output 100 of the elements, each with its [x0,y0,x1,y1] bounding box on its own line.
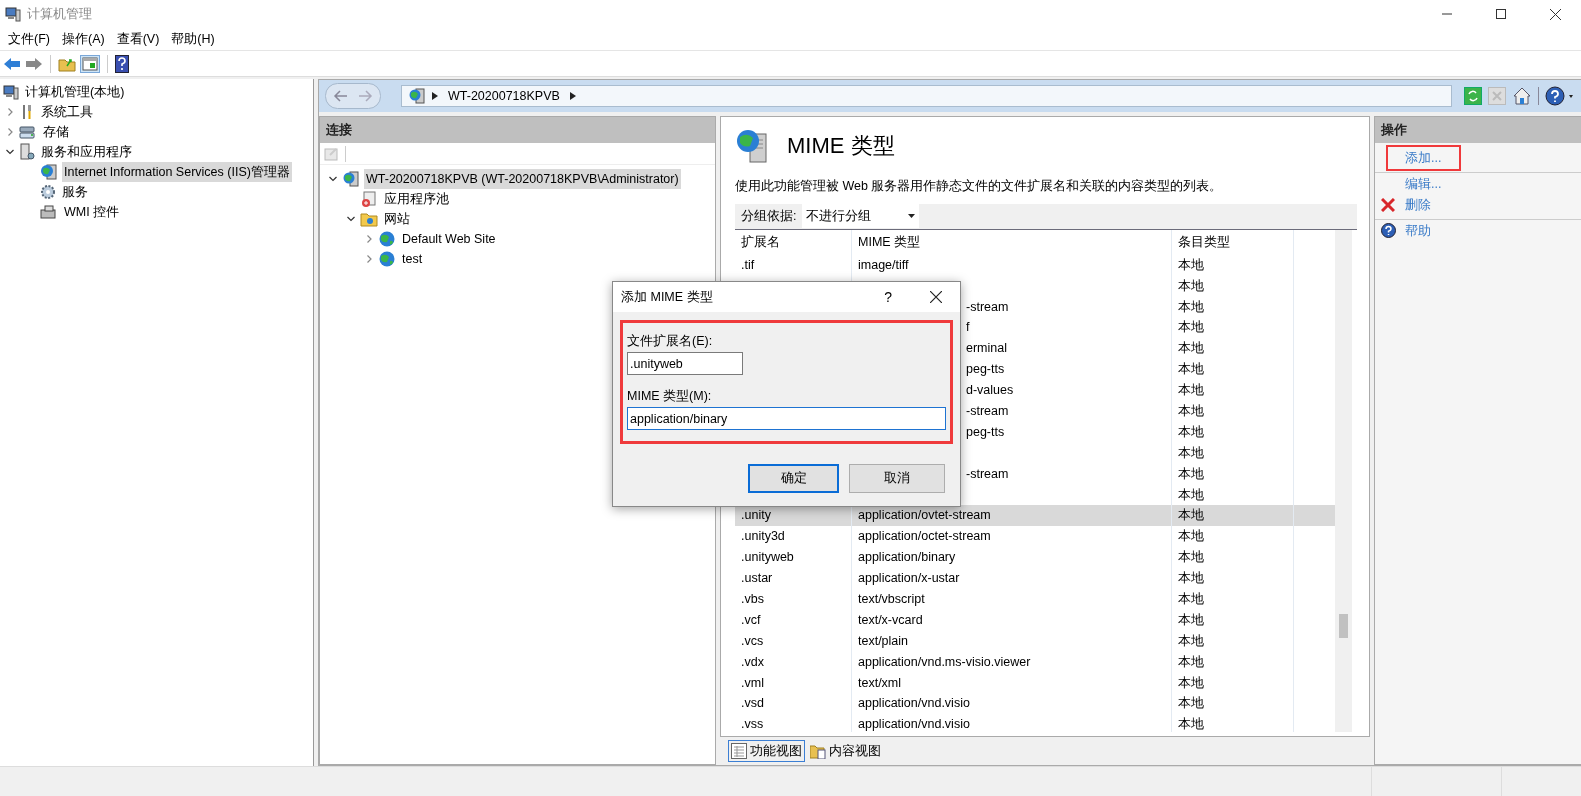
dialog-button[interactable]: 确定 [748,464,839,493]
forward-arrow-icon[interactable] [25,55,43,72]
close-icon[interactable] [1550,8,1561,20]
help-icon[interactable] [115,54,129,73]
breadcrumb-arrow-icon[interactable] [569,92,576,100]
collapsed-chevron-icon[interactable] [364,234,374,244]
table-cell: 本地 [1178,299,1204,314]
column-header[interactable]: 条目类型 [1172,229,1294,255]
table-cell: image/tiff [858,257,909,272]
refresh-icon[interactable] [1464,87,1482,105]
close-icon[interactable] [930,291,942,303]
field-label: MIME 类型(M): [627,388,713,405]
tree-item[interactable]: Default Web Site [400,229,498,249]
menu-item[interactable]: 操作(A) [55,29,111,49]
table-cell: application/octet-stream [858,529,991,544]
table-cell: 本地 [1178,612,1204,627]
table-cell: text/xml [858,675,902,690]
table-cell: 本地 [1178,675,1204,690]
action-link[interactable]: 添加... [1388,147,1460,169]
show-hide-tree-icon[interactable] [80,54,100,73]
breadcrumb-arrow-icon[interactable] [432,92,438,100]
delete-icon[interactable] [1381,198,1395,212]
pool-document-icon [360,190,378,208]
tree-item[interactable]: WMI 控件 [62,202,122,222]
table-cell: peg-tts [966,424,1005,439]
globe-server-icon [408,87,426,105]
input-field[interactable]: application/binary [627,407,946,430]
tree-item[interactable]: 应用程序池 [382,189,451,209]
table-cell: 本地 [1178,278,1204,293]
table-cell: .vcf [741,612,761,627]
action-link[interactable]: 帮助 [1402,220,1434,241]
group-by-dropdown[interactable]: 不进行分组 [802,204,920,229]
table-cell: 本地 [1178,696,1204,711]
table-cell: application/binary [858,550,956,565]
help-button[interactable]: ? [884,286,892,308]
table-cell: text/vbscript [858,592,925,606]
globe-server-icon [342,170,360,188]
column-header[interactable]: MIME 类型 [852,229,1172,255]
tree-item[interactable]: 网站 [382,209,412,229]
collapsed-chevron-icon[interactable] [5,127,15,137]
breadcrumb[interactable]: WT-20200718KPVB [448,86,560,106]
table-cell: 本地 [1178,341,1204,356]
table-cell: application/vnd.visio [858,696,970,711]
menu-item[interactable]: 帮助(H) [165,29,221,49]
table-cell: text/plain [858,633,909,648]
page-title: MIME 类型 [787,135,895,157]
table-cell: -stream [966,299,1009,314]
input-field[interactable]: .unityweb [627,352,743,375]
globe-icon [378,230,396,248]
description-text: 使用此功能管理被 Web 服务器用作静态文件的文件扩展名和关联的内容类型的列表。 [735,178,1224,195]
tree-item[interactable]: test [400,249,425,269]
table-cell: application/ovtet-stream [858,508,991,523]
table-cell: .vbs [741,592,764,606]
menu-item[interactable]: 文件(F) [2,29,56,49]
tree-item[interactable]: WT-20200718KPVB (WT-20200718KPVB\Administrator) [364,169,681,189]
table-cell: erminal [966,341,1007,356]
help-dropdown-icon[interactable] [1545,86,1575,106]
table-cell: 本地 [1178,466,1204,481]
table-cell: 本地 [1178,404,1204,418]
table-cell: 本地 [1178,424,1204,439]
dropdown-arrow-icon[interactable] [908,214,916,219]
expanded-chevron-icon[interactable] [346,214,356,224]
table-cell: .unity3d [741,529,785,544]
maximize-icon[interactable] [1496,9,1506,19]
table-cell: 本地 [1178,383,1204,398]
view-tab[interactable]: 内容视图 [807,740,884,762]
address-bar[interactable]: WT-20200718KPVB [401,85,1452,107]
tree-item[interactable]: 存储 [41,122,71,142]
field-label: 文件扩展名(E): [627,333,714,350]
tree-item[interactable]: 计算机管理(本地) [23,82,127,102]
back-arrow-icon[interactable] [3,55,21,72]
server-gear-icon [19,143,35,161]
table-cell: .vdx [741,654,764,669]
menu-item[interactable]: 查看(V) [110,29,166,49]
scrollbar[interactable] [1335,229,1352,732]
tree-item[interactable]: 服务 [60,182,90,202]
table-cell: 本地 [1178,257,1204,272]
collapsed-chevron-icon[interactable] [5,107,15,117]
table-cell: application/vnd.ms-visio.viewer [858,654,1031,669]
table-cell: peg-tts [966,362,1005,377]
computer-management-icon [3,84,19,100]
table-cell: -stream [966,404,1009,418]
table-cell: .vsd [741,696,764,711]
table-cell: text/x-vcard [858,612,923,627]
action-link[interactable]: 删除 [1402,195,1434,215]
dialog-button[interactable]: 取消 [849,464,945,493]
view-tab[interactable]: 功能视图 [728,740,805,762]
action-link[interactable]: 编辑... [1402,173,1445,194]
table-cell: .vss [741,717,764,732]
tree-item[interactable]: Internet Information Services (IIS)管理器 [62,162,292,182]
group-by-label: 分组依据: [740,207,798,225]
help-icon[interactable] [1381,223,1396,238]
home-icon[interactable] [1512,86,1532,106]
tree-item[interactable]: 服务和应用程序 [39,142,134,162]
column-header[interactable]: 扩展名 [735,229,852,255]
tree-item[interactable]: 系统工具 [39,102,95,122]
table-cell: .unity [741,508,771,523]
collapsed-chevron-icon[interactable] [364,254,374,264]
expanded-chevron-icon[interactable] [5,147,15,157]
expanded-chevron-icon[interactable] [328,174,338,184]
